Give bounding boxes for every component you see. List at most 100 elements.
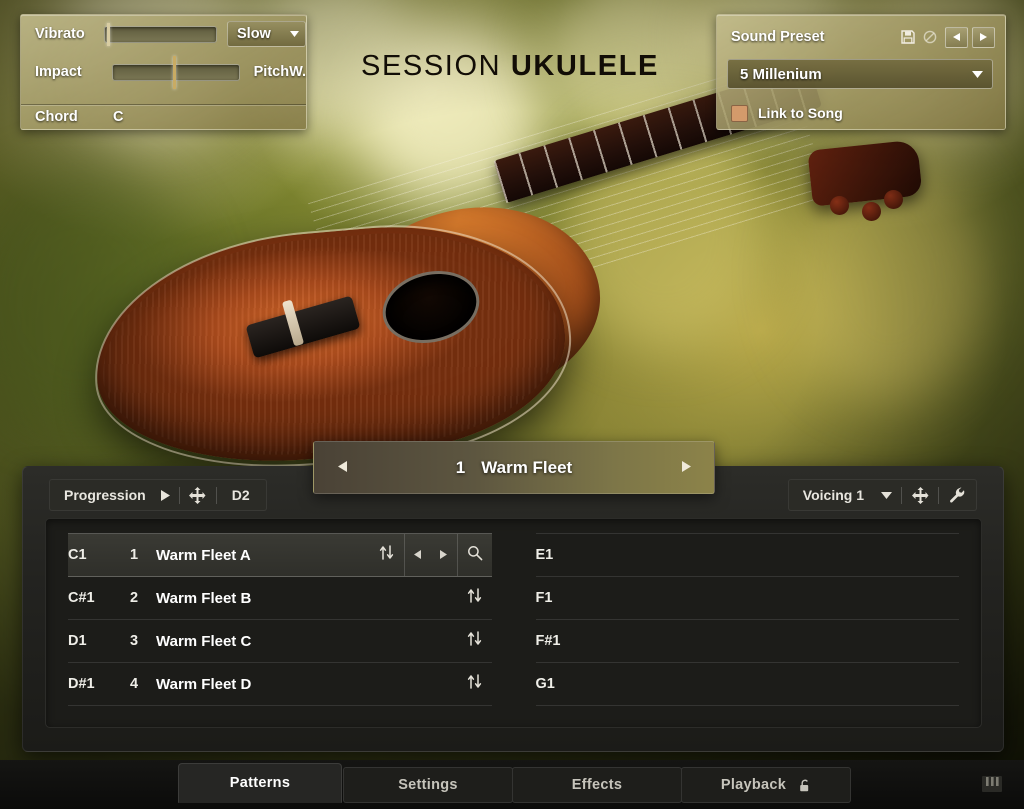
pattern-number: 1 [455,457,466,477]
piano-keys-icon[interactable] [977,773,1007,795]
row-reorder-button[interactable] [458,620,492,662]
table-row[interactable]: F1 [535,577,959,620]
arrow-right-icon [980,33,987,41]
row-step-group [403,534,457,576]
pattern-list-right-column: E1 F1 F#1 G1 [514,519,982,727]
table-row[interactable]: D#1 4 Warm Fleet D [68,663,492,706]
row-search-button[interactable] [456,534,492,576]
magnifier-icon [467,545,483,566]
row-index: 3 [130,633,139,649]
key-range-chip[interactable]: D2 [220,487,262,503]
row-prev-button[interactable] [405,534,431,576]
row-controls [370,534,492,576]
table-row[interactable]: F#1 [535,620,959,663]
progression-mode-label[interactable]: Progression [54,487,156,503]
tab-label: Playback [720,777,787,793]
pattern-prev-button[interactable] [314,460,370,475]
triangle-left-icon [414,546,421,564]
vibrato-mode-dropdown[interactable]: Slow [227,21,306,47]
table-row[interactable]: G1 [535,663,959,706]
pattern-next-button[interactable] [658,460,714,475]
reset-icon[interactable] [919,27,941,47]
chevron-down-icon [972,70,983,78]
plugin-window: Vibrato Slow Impact PitchW. Chord C SESS… [0,0,1024,809]
toolbar-divider [178,486,180,504]
row-note: C1 [68,547,87,563]
row-note: E1 [535,547,554,563]
toolbar-divider [215,486,217,504]
link-to-song-label: Link to Song [758,105,843,121]
table-row[interactable]: D1 3 Warm Fleet C [68,620,492,663]
link-to-song-toggle[interactable] [731,104,748,122]
preset-dropdown[interactable]: 5 Millenium [727,59,993,89]
row-pattern-name: Warm Fleet A [156,546,251,564]
performance-panel: Vibrato Slow Impact PitchW. Chord C [20,14,307,130]
sound-preset-panel: Sound Preset 5 Millenium Link to Song [716,14,1006,130]
save-icon[interactable] [897,27,919,47]
move-icon[interactable] [905,481,935,509]
chevron-down-icon [290,31,299,37]
title-session: SESSION [361,50,502,82]
updown-icon [467,674,482,694]
row-reorder-button[interactable] [458,663,492,705]
voicing-label[interactable]: Voicing 1 [793,487,874,503]
preset-next-button[interactable] [972,26,995,48]
row-index: 2 [130,590,139,606]
move-icon[interactable] [183,481,213,509]
preset-selected-value: 5 Millenium [740,65,822,83]
row-reorder-button[interactable] [370,534,404,576]
pattern-selector[interactable]: 1 Warm Fleet [313,441,715,494]
arrow-left-icon [953,33,960,41]
row-note: F#1 [535,633,561,649]
row-index: 1 [130,547,139,563]
tab-bar: Patterns Settings Effects Playback [0,760,1024,809]
row-controls [458,577,492,619]
triangle-right-icon [681,461,691,472]
row-note: D#1 [68,676,95,692]
row-controls [458,663,492,705]
sound-preset-label: Sound Preset [731,29,825,45]
vibrato-slider-handle[interactable] [106,22,110,46]
left-toolbar: Progression D2 [49,479,267,511]
row-next-button[interactable] [431,534,457,576]
right-toolbar: Voicing 1 [787,479,977,511]
row-note: G1 [535,676,555,692]
pattern-list: C1 1 Warm Fleet A C#1 2 Warm Fleet B D1 3 Warm F… [45,518,982,728]
table-row[interactable]: C#1 2 Warm Fleet B [68,577,492,620]
preset-prev-button[interactable] [945,26,968,48]
row-reorder-button[interactable] [458,577,492,619]
tab-playback[interactable]: Playback [681,767,851,803]
pattern-name: Warm Fleet [481,457,573,477]
row-pattern-name: Warm Fleet B [156,589,252,607]
table-row[interactable]: C1 1 Warm Fleet A [68,533,492,577]
impact-slider[interactable] [112,55,240,89]
wrench-icon[interactable] [942,481,972,509]
tab-label: Effects [571,777,623,793]
row-pattern-name: Warm Fleet C [156,632,252,650]
voicing-dropdown-icon[interactable] [874,481,898,509]
vibrato-row: Vibrato Slow [21,15,306,53]
impact-mod-label: PitchW. [253,64,306,80]
table-row[interactable]: E1 [535,533,959,577]
vibrato-slider[interactable] [103,22,217,46]
lock-icon[interactable] [799,779,811,792]
row-pattern-name: Warm Fleet D [156,675,252,693]
triangle-right-icon [440,546,447,564]
progression-play-icon[interactable] [156,481,176,509]
impact-slider-handle[interactable] [173,55,177,89]
link-to-song-row: Link to Song [717,97,1005,129]
tab-patterns[interactable]: Patterns [178,763,342,803]
pattern-name-display: 1 Warm Fleet [370,458,658,478]
tab-effects[interactable]: Effects [512,767,682,803]
tab-settings[interactable]: Settings [343,767,513,803]
chord-label: Chord [35,109,78,125]
tab-label: Patterns [229,775,291,791]
row-index: 4 [130,676,139,692]
vibrato-label: Vibrato [35,26,85,42]
vibrato-mode-label: Slow [237,26,271,42]
title-ukulele: UKULELE [510,50,659,82]
updown-icon [467,631,482,651]
updown-icon [467,588,482,608]
tab-label: Settings [398,777,458,793]
triangle-left-icon [337,461,347,472]
